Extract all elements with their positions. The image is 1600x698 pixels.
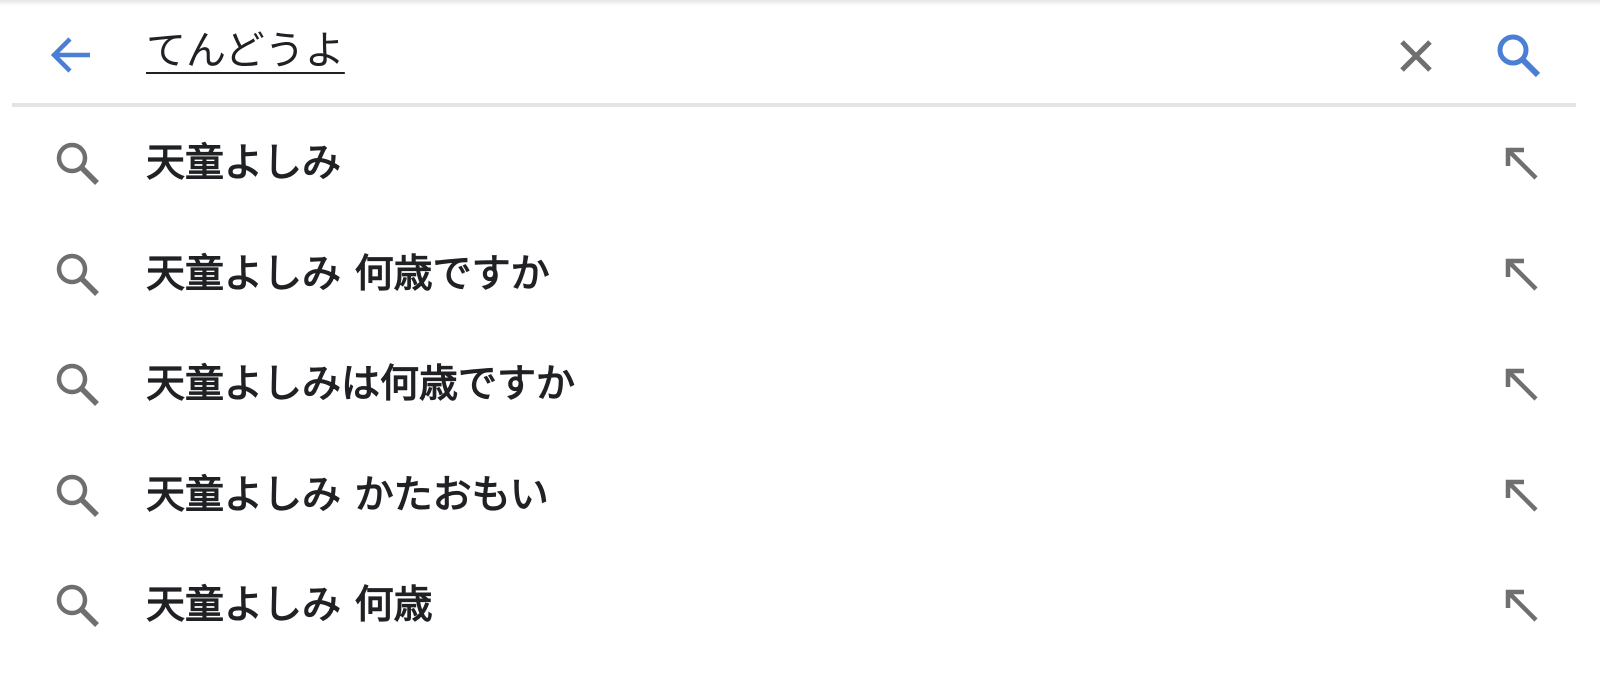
arrow-up-left-icon[interactable] xyxy=(1500,142,1544,186)
suggestion-item[interactable]: 天童よしみ xyxy=(0,108,1600,219)
search-icon xyxy=(56,584,99,627)
divider xyxy=(12,103,1576,107)
search-icon xyxy=(56,363,99,406)
back-button[interactable] xyxy=(42,26,100,84)
arrow-up-left-icon[interactable] xyxy=(1500,253,1544,297)
suggestion-label: 天童よしみ xyxy=(146,141,342,186)
suggestion-label: 天童よしみ 何歳ですか xyxy=(146,251,550,297)
search-icon xyxy=(56,142,99,185)
suggestion-item[interactable]: 天童よしみは何歳ですか xyxy=(0,329,1600,440)
search-bar: てんどうよ xyxy=(0,0,1600,106)
search-icon xyxy=(56,253,99,296)
search-query-text: てんどうよ xyxy=(146,28,345,74)
search-icon xyxy=(56,474,99,517)
search-icon xyxy=(1497,34,1541,78)
arrow-up-left-icon[interactable] xyxy=(1500,584,1544,628)
suggestion-label: 天童よしみは何歳ですか xyxy=(146,362,576,407)
suggestion-label: 天童よしみ かたおもい xyxy=(146,472,549,518)
suggestion-label: 天童よしみ 何歳 xyxy=(146,583,433,628)
suggestion-item[interactable]: 天童よしみ 何歳ですか xyxy=(0,219,1600,330)
close-icon xyxy=(1400,40,1432,72)
arrow-back-icon xyxy=(50,37,90,73)
suggestion-item[interactable]: 天童よしみ 何歳 xyxy=(0,550,1600,661)
clear-button[interactable] xyxy=(1392,32,1440,80)
search-button[interactable] xyxy=(1492,30,1544,82)
search-input[interactable]: てんどうよ xyxy=(146,22,1326,80)
suggestion-item[interactable]: 天童よしみ かたおもい xyxy=(0,440,1600,551)
arrow-up-left-icon[interactable] xyxy=(1500,474,1544,518)
arrow-up-left-icon[interactable] xyxy=(1500,363,1544,407)
suggestion-list: 天童よしみ 天童よしみ 何歳ですか 天童よしみは何歳ですか 天童よしみ かたおも… xyxy=(0,108,1600,661)
